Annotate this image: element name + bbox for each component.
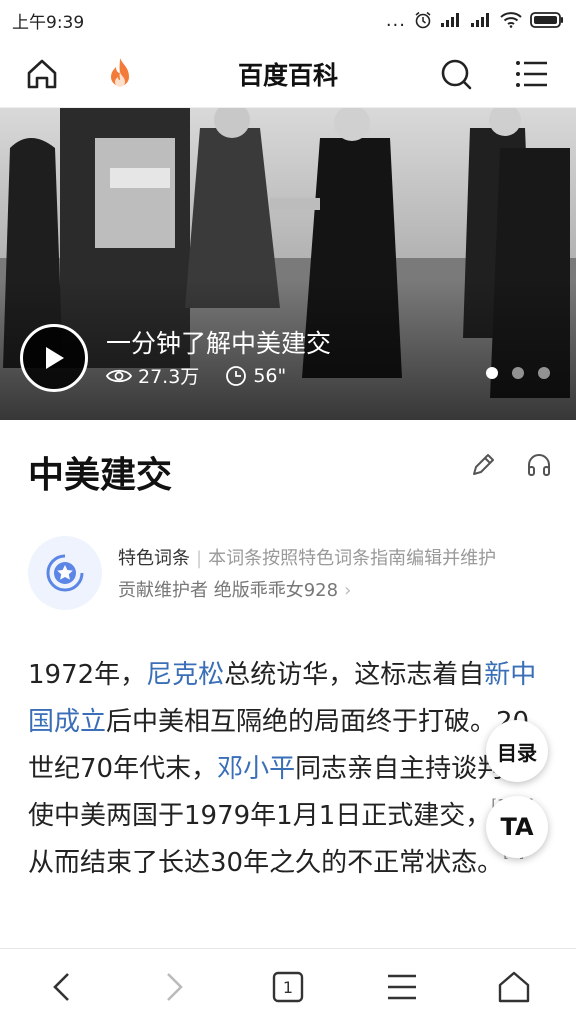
app-header: 百度百科 [0,40,576,108]
clock-icon [226,365,247,386]
play-icon [46,347,64,369]
summary-text: 从而结束了长达30年之久的不正常状态。 [28,848,504,878]
home-button[interactable] [20,52,64,96]
hamburger-icon [388,974,416,1000]
back-button[interactable] [38,963,86,1011]
app-title: 百度百科 [237,60,338,90]
chevron-right-nav-icon [167,973,183,1001]
list-menu-icon [516,61,547,87]
home-icon [27,59,57,89]
status-bar: 上午9:39 ... [0,0,576,40]
pager-dot-1[interactable] [486,367,498,379]
tabs-icon: 1 [272,971,304,1003]
tabs-button[interactable]: 1 [264,963,312,1011]
featured-separator: | [196,548,203,569]
search-button[interactable] [434,52,478,96]
browser-menu-button[interactable] [378,963,426,1011]
featured-badge [28,536,102,610]
play-button[interactable] [20,324,88,392]
toc-button[interactable]: 目录 [486,720,548,782]
more-dots-icon: ... [385,9,406,31]
pager-dot-3[interactable] [538,367,550,379]
home-outline-icon [498,971,530,1003]
link-deng-xiaoping[interactable]: 邓小平 [217,754,295,784]
flame-icon [111,58,129,87]
alarm-icon [415,11,431,29]
contributor-prefix: 贡献维护者 [118,580,208,601]
featured-entry-box[interactable]: 特色词条 | 本词条按照特色词条指南编辑并维护 贡献维护者 绝版乖乖女928 › [28,534,558,614]
title-actions [470,452,552,478]
banner-pager[interactable] [486,367,550,379]
browser-home-button[interactable] [490,963,538,1011]
video-duration: 56" [225,365,286,387]
status-time: 上午9:39 [12,12,85,33]
view-count: 27.3万 [106,362,199,389]
video-banner[interactable]: 一分钟了解中美建交 27.3万 56" [0,108,576,420]
chevron-left-icon [53,973,69,1001]
featured-tag: 特色词条 [118,548,190,569]
headphones-icon[interactable] [526,452,552,478]
contributor-line[interactable]: 贡献维护者 绝版乖乖女928 › [118,576,351,602]
contributor-name: 绝版乖乖女928 [213,580,339,601]
view-count-text: 27.3万 [138,366,200,388]
ta-button[interactable]: TA [486,796,548,858]
hot-button[interactable] [98,52,142,96]
video-meta: 27.3万 56" [106,362,312,389]
signal-icon [441,13,459,27]
star-badge-icon [46,554,84,592]
article-summary: 1972年，尼克松总统访华，这标志着自新中国成立后中美相互隔绝的局面终于打破。2… [28,652,548,887]
forward-button[interactable] [150,963,198,1011]
summary-text: 总统访华，这标志着自 [224,660,485,690]
featured-description: 本词条按照特色词条指南编辑并维护 [208,548,497,569]
bottom-nav: 1 [0,948,576,1024]
wifi-icon [500,12,522,28]
search-icon [441,59,472,90]
battery-icon [530,12,563,28]
tab-count: 1 [283,978,293,997]
summary-text: 1972年， [28,660,147,690]
chevron-right-icon: › [344,580,352,601]
video-title: 一分钟了解中美建交 [106,329,332,358]
edit-pencil-icon[interactable] [470,452,496,478]
featured-line: 特色词条 | 本词条按照特色词条指南编辑并维护 [118,544,496,570]
menu-button[interactable] [510,52,554,96]
link-nixon[interactable]: 尼克松 [146,660,224,690]
signal-icon-2 [471,13,489,27]
entry-title: 中美建交 [28,455,173,496]
pager-dot-2[interactable] [512,367,524,379]
eye-icon [106,369,132,382]
video-duration-text: 56" [253,364,287,387]
status-icons: ... [386,10,564,31]
